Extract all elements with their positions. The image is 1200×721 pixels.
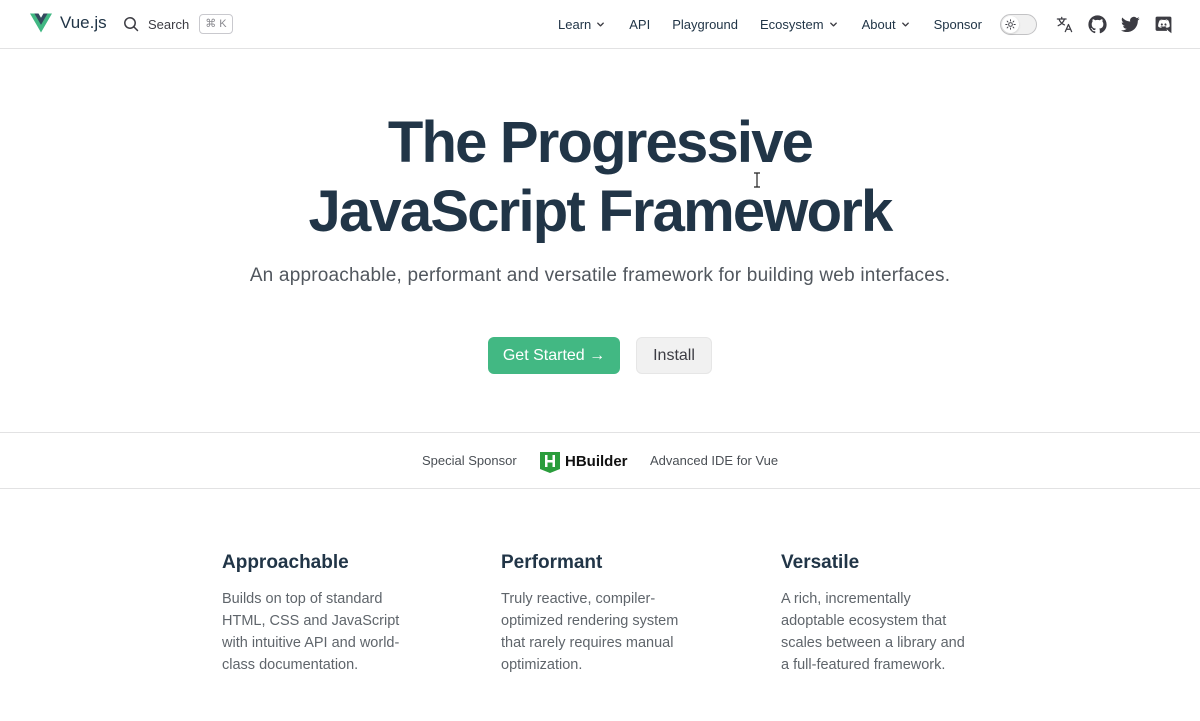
chevron-down-icon bbox=[829, 21, 837, 27]
sponsor-strip: Special Sponsor HBuilder Advanced IDE fo… bbox=[0, 432, 1200, 489]
nav-item-label: Sponsor bbox=[933, 16, 982, 32]
nav-item-about[interactable]: About bbox=[862, 17, 911, 32]
nav-item-label: Ecosystem bbox=[760, 16, 824, 32]
hero-title-line2: JavaScript Framework bbox=[308, 179, 894, 244]
feature-line: that rarely requires manual bbox=[501, 635, 674, 651]
search-button[interactable]: Search ⌘ K bbox=[123, 14, 233, 34]
feature-approachable: Approachable Builds on top of standard H… bbox=[222, 552, 432, 676]
home-link[interactable]: Vue.js bbox=[30, 13, 107, 33]
feature-line: scales between a library and bbox=[781, 635, 965, 651]
feature-line: Builds on top of standard bbox=[222, 591, 383, 607]
nav-item-sponsor[interactable]: Sponsor bbox=[934, 17, 982, 32]
hbuilder-logo-icon bbox=[540, 452, 560, 473]
nav-item-learn[interactable]: Learn bbox=[558, 17, 606, 32]
sponsor-description: Advanced IDE for Vue bbox=[650, 453, 779, 468]
chevron-down-icon bbox=[597, 21, 605, 27]
nav-item-ecosystem[interactable]: Ecosystem bbox=[760, 17, 839, 32]
hero-title: The Progressive JavaScript Framework bbox=[0, 108, 1200, 246]
top-nav: Vue.js Search ⌘ K Learn API Playground E… bbox=[0, 0, 1200, 49]
twitter-icon[interactable] bbox=[1120, 14, 1140, 34]
sponsor-label: Special Sponsor bbox=[422, 453, 517, 468]
feature-line: HTML, CSS and JavaScript bbox=[222, 613, 400, 629]
hero-subtitle: An approachable, performant and versatil… bbox=[249, 265, 951, 286]
logo-text: Vue.js bbox=[60, 13, 107, 32]
search-icon bbox=[124, 17, 139, 32]
feature-line: A rich, incrementally bbox=[781, 591, 911, 607]
github-icon[interactable] bbox=[1087, 14, 1107, 34]
nav-item-playground[interactable]: Playground bbox=[672, 17, 738, 32]
feature-line: optimized rendering system bbox=[501, 613, 679, 629]
feature-title: Performant bbox=[501, 552, 603, 573]
hbuilder-sponsor-link[interactable]: HBuilder bbox=[539, 449, 628, 473]
feature-line: with intuitive API and world- bbox=[222, 635, 400, 651]
search-label: Search bbox=[148, 16, 190, 32]
theme-toggle[interactable] bbox=[1000, 14, 1037, 35]
vue-logo-icon bbox=[30, 13, 52, 33]
nav-item-label: API bbox=[629, 16, 651, 32]
install-button[interactable]: Install bbox=[636, 337, 712, 374]
feature-title: Versatile bbox=[781, 552, 860, 573]
feature-description: Builds on top of standard HTML, CSS and … bbox=[222, 588, 432, 676]
text-cursor-icon bbox=[754, 172, 760, 188]
get-started-button[interactable]: Get Started → bbox=[488, 337, 620, 374]
nav-item-label: Playground bbox=[672, 16, 738, 32]
feature-line: class documentation. bbox=[222, 657, 359, 673]
discord-icon[interactable] bbox=[1153, 14, 1173, 34]
translate-icon[interactable] bbox=[1054, 14, 1074, 34]
toggle-knob bbox=[1002, 16, 1019, 33]
search-shortcut-badge: ⌘ K bbox=[199, 14, 233, 34]
sun-icon bbox=[1005, 19, 1016, 30]
nav-item-api[interactable]: API bbox=[629, 17, 650, 32]
nav-menu: Learn API Playground Ecosystem About Spo… bbox=[558, 15, 1000, 33]
hero-title-line1: The Progressive bbox=[387, 110, 814, 175]
nav-item-label: Learn bbox=[558, 16, 592, 32]
feature-description: A rich, incrementally adoptable ecosyste… bbox=[781, 588, 981, 676]
chevron-down-icon bbox=[901, 21, 909, 27]
feature-versatile: Versatile A rich, incrementally adoptabl… bbox=[781, 552, 981, 676]
feature-performant: Performant Truly reactive, compiler- opt… bbox=[501, 552, 711, 676]
feature-line: Truly reactive, compiler- bbox=[501, 591, 656, 607]
feature-line: optimization. bbox=[501, 657, 583, 673]
feature-line: a full-featured framework. bbox=[781, 657, 946, 673]
nav-item-label: About bbox=[861, 16, 896, 32]
feature-description: Truly reactive, compiler- optimized rend… bbox=[501, 588, 711, 676]
feature-line: adoptable ecosystem that bbox=[781, 613, 947, 629]
feature-title: Approachable bbox=[222, 552, 349, 573]
sponsor-name: HBuilder bbox=[565, 452, 628, 470]
